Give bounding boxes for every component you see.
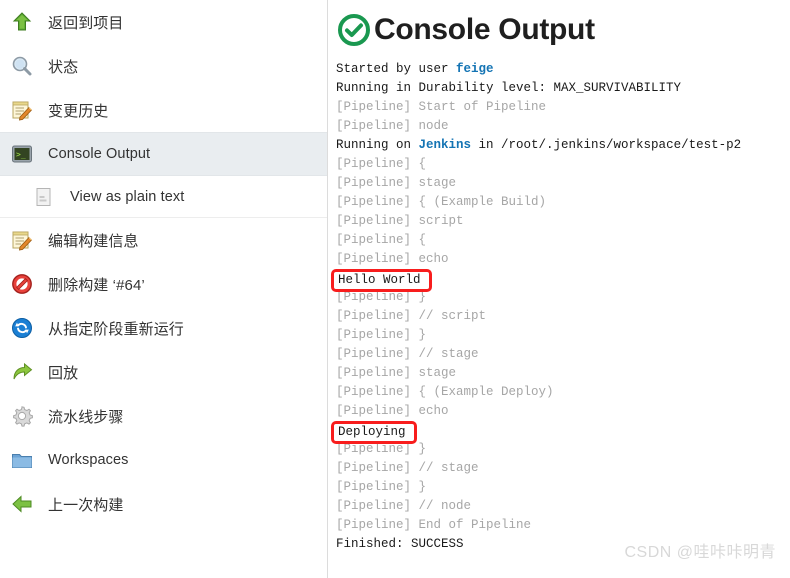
watermark-text: CSDN @哇咔咔明青: [624, 544, 776, 561]
success-check-icon: [336, 12, 372, 48]
sidebar-item-label: 返回到项目: [48, 14, 124, 32]
pipeline-log-text: [Pipeline] // script: [336, 309, 487, 323]
sidebar-item-6[interactable]: 删除构建 ‘#64’: [0, 262, 327, 306]
pipeline-log-text: [Pipeline] { (Example Build): [336, 195, 547, 209]
sidebar-item-8[interactable]: 回放: [0, 350, 327, 394]
replay-arrow-icon: [10, 360, 34, 384]
pipeline-log-text: [Pipeline] stage: [336, 176, 457, 190]
pipeline-log-text: [Pipeline] {: [336, 233, 427, 247]
console-line: [Pipeline] { (Example Deploy): [336, 383, 790, 402]
console-line: Hello World: [331, 269, 790, 292]
console-line: Running in Durability level: MAX_SURVIVA…: [336, 79, 790, 98]
console-output-page: 返回到项目状态变更历史 >_ Console Output View as plain…: [0, 0, 790, 578]
sidebar-item-label: 流水线步骤: [48, 408, 124, 426]
refresh-circle-icon: [10, 316, 34, 340]
sidebar-item-label: View as plain text: [70, 188, 185, 205]
sidebar-item-label: 上一次构建: [48, 496, 124, 514]
pipeline-log-text: [Pipeline] stage: [336, 366, 457, 380]
magnifier-icon: [10, 54, 34, 78]
sidebar-item-9[interactable]: 流水线步骤: [0, 394, 327, 438]
sidebar-item-3[interactable]: >_ Console Output: [0, 132, 327, 176]
highlighted-log-text: Deploying: [331, 421, 417, 444]
sidebar-nav-list: 返回到项目状态变更历史 >_ Console Output View as plain…: [0, 0, 327, 526]
console-line: [Pipeline] // script: [336, 307, 790, 326]
console-line: [Pipeline] // stage: [336, 345, 790, 364]
sidebar-item-label: 变更历史: [48, 102, 109, 120]
console-header: Console Output: [328, 0, 790, 52]
console-line: Started by user feige: [336, 60, 790, 79]
console-line: [Pipeline] }: [336, 478, 790, 497]
pipeline-log-text: [Pipeline] echo: [336, 404, 449, 418]
console-line: [Pipeline] {: [336, 231, 790, 250]
pipeline-log-text: [Pipeline] }: [336, 442, 427, 456]
console-main-panel: Console Output Started by user feige Runn…: [328, 0, 790, 578]
console-line: [Pipeline] stage: [336, 174, 790, 193]
notepad-pencil-icon: [10, 228, 34, 252]
sidebar-item-label: Console Output: [48, 146, 151, 162]
pipeline-log-text: [Pipeline] // stage: [336, 347, 479, 361]
sidebar-item-7[interactable]: 从指定阶段重新运行: [0, 306, 327, 350]
sidebar-item-label: 删除构建 ‘#64’: [48, 276, 145, 294]
console-line: [Pipeline] { (Example Build): [336, 193, 790, 212]
sidebar-item-0[interactable]: 返回到项目: [0, 0, 327, 44]
sidebar-item-2[interactable]: 变更历史: [0, 88, 327, 132]
console-line: [Pipeline] echo: [336, 250, 790, 269]
console-link[interactable]: Jenkins: [419, 138, 472, 152]
notepad-pencil-icon: [10, 98, 34, 122]
sidebar-item-label: 状态: [48, 58, 79, 76]
pipeline-log-text: [Pipeline] // node: [336, 499, 472, 513]
document-icon: [32, 185, 56, 209]
gear-icon: [10, 404, 34, 428]
console-line: [Pipeline] }: [336, 326, 790, 345]
sidebar-item-4[interactable]: View as plain text: [0, 176, 327, 218]
console-line: [Pipeline] stage: [336, 364, 790, 383]
pipeline-log-text: [Pipeline] Start of Pipeline: [336, 100, 547, 114]
console-log-text: in /root/.jenkins/workspace/test-p2: [471, 138, 742, 152]
build-sidebar: 返回到项目状态变更历史 >_ Console Output View as plain…: [0, 0, 328, 578]
console-log-text: Started by user: [336, 62, 457, 76]
console-line: [Pipeline] {: [336, 155, 790, 174]
console-log-text: Running in Durability level: MAX_SURVIVA…: [336, 81, 682, 95]
sidebar-item-5[interactable]: 编辑构建信息: [0, 218, 327, 262]
console-line: [Pipeline] End of Pipeline: [336, 516, 790, 535]
pipeline-log-text: [Pipeline] { (Example Deploy): [336, 385, 554, 399]
no-entry-icon: [10, 272, 34, 296]
pipeline-log-text: [Pipeline] End of Pipeline: [336, 518, 532, 532]
console-line: Running on Jenkins in /root/.jenkins/wor…: [336, 136, 790, 155]
pipeline-log-text: [Pipeline] }: [336, 290, 427, 304]
console-log-text: Finished: SUCCESS: [336, 537, 464, 551]
console-line: [Pipeline] node: [336, 117, 790, 136]
sidebar-item-11[interactable]: 上一次构建: [0, 482, 327, 526]
pipeline-log-text: [Pipeline] {: [336, 157, 427, 171]
sidebar-item-label: 回放: [48, 364, 79, 382]
pipeline-log-text: [Pipeline] }: [336, 480, 427, 494]
pipeline-log-text: [Pipeline] script: [336, 214, 464, 228]
pipeline-log-text: [Pipeline] // stage: [336, 461, 479, 475]
console-log-output[interactable]: Started by user feige Running in Durabili…: [328, 52, 790, 554]
terminal-icon: >_: [10, 142, 34, 166]
sidebar-item-1[interactable]: 状态: [0, 44, 327, 88]
console-log-text: Running on: [336, 138, 419, 152]
console-line: [Pipeline] // node: [336, 497, 790, 516]
svg-text:>_: >_: [16, 150, 26, 159]
up-arrow-icon: [10, 10, 34, 34]
console-link[interactable]: feige: [456, 62, 494, 76]
folder-icon: [10, 448, 34, 472]
console-line: Deploying: [331, 421, 790, 444]
sidebar-item-10[interactable]: Workspaces: [0, 438, 327, 482]
page-title: Console Output: [374, 13, 595, 46]
console-line: [Pipeline] echo: [336, 402, 790, 421]
pipeline-log-text: [Pipeline] }: [336, 328, 427, 342]
highlighted-log-text: Hello World: [331, 269, 432, 292]
console-line: [Pipeline] script: [336, 212, 790, 231]
sidebar-item-label: 编辑构建信息: [48, 232, 139, 250]
console-line: [Pipeline] // stage: [336, 459, 790, 478]
left-arrow-icon: [10, 492, 34, 516]
console-line: [Pipeline] Start of Pipeline: [336, 98, 790, 117]
sidebar-item-label: 从指定阶段重新运行: [48, 320, 184, 338]
sidebar-item-label: Workspaces: [48, 452, 129, 468]
pipeline-log-text: [Pipeline] echo: [336, 252, 449, 266]
pipeline-log-text: [Pipeline] node: [336, 119, 449, 133]
